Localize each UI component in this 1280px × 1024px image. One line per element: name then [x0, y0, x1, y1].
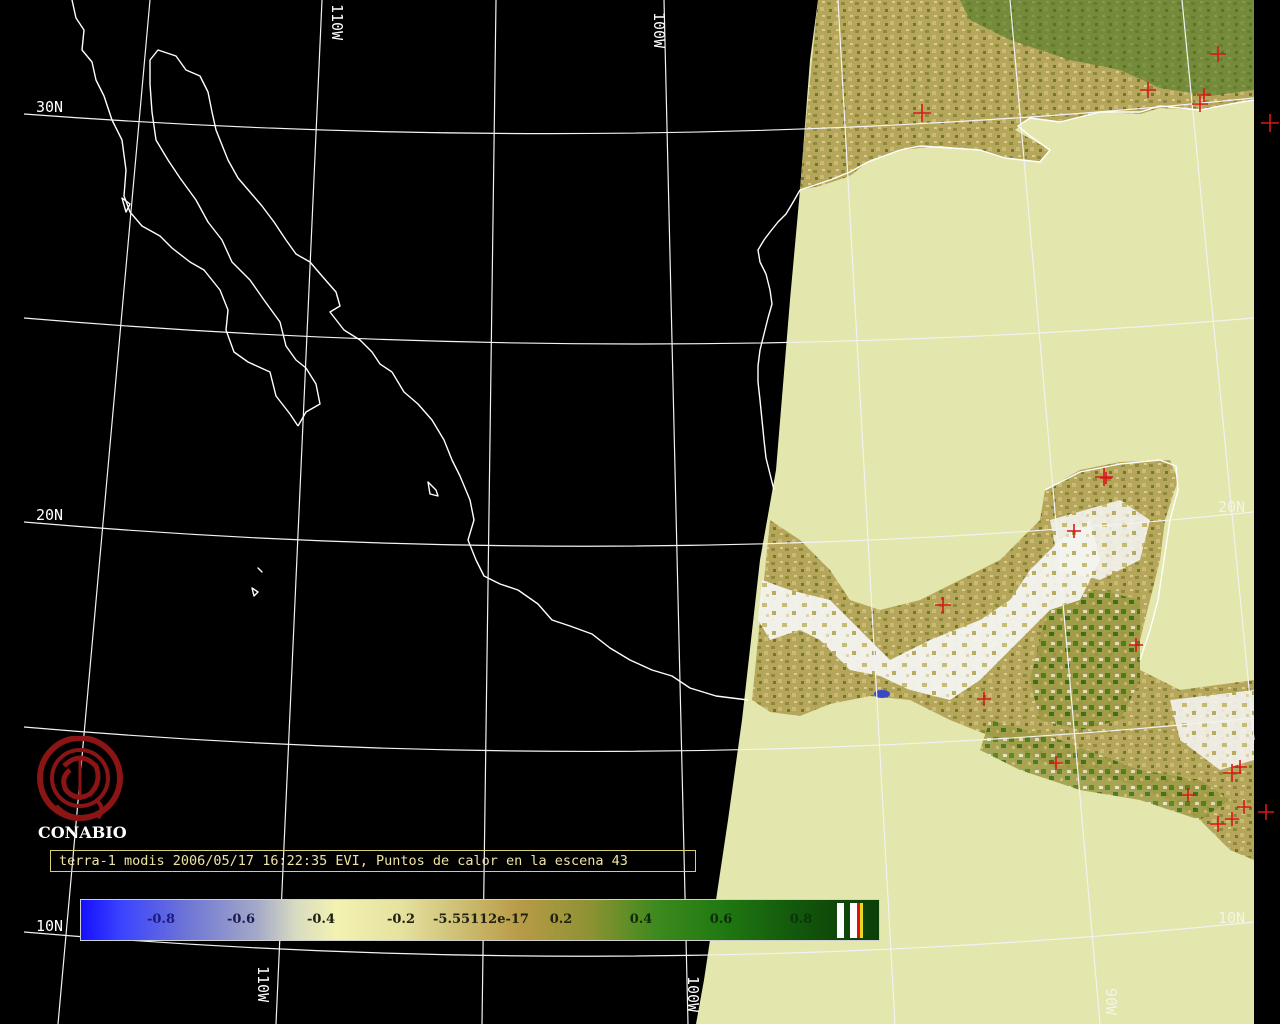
colorbar-tick-label: -5.55112e-17: [433, 912, 529, 927]
colorbar-tick-label: 0.6: [709, 912, 733, 927]
colorbar-yellow-stripe: [860, 903, 863, 938]
colorbar-tick-label: -0.2: [386, 912, 416, 927]
colorbar-white-stripe: [837, 903, 844, 938]
lon-label-110w-top: 110W: [328, 4, 346, 41]
lon-label-100w-top: 100W: [650, 12, 668, 49]
lon-label-90w-bottom: 90W: [1102, 988, 1120, 1016]
colorbar-tick-label: -0.6: [226, 912, 256, 927]
scene-caption: terra-1 modis 2006/05/17 16:22:35 EVI, P…: [50, 850, 696, 872]
evi-colorbar: -0.8 -0.6 -0.4 -0.2 -5.55112e-17 0.2 0.4 0.6 0.8: [80, 899, 880, 941]
lon-label-110w-bottom: 110W: [254, 966, 272, 1003]
colorbar-tick-label: -0.4: [306, 912, 336, 927]
lat-label-10n-left: 10N: [36, 917, 64, 935]
conabio-wordmark: CONABIO: [38, 823, 127, 842]
colorbar-tick-label: 0.2: [549, 912, 573, 927]
lat-label-20n-right: 20N: [1218, 498, 1246, 516]
lat-label-30n: 30N: [36, 98, 64, 116]
colorbar-tick-label: 0.4: [629, 912, 653, 927]
colorbar-tick-label: -0.8: [146, 912, 176, 927]
lat-label-10n-right: 10N: [1218, 909, 1246, 927]
map-view[interactable]: 30N 20N 20N 10N 10N 110W 100W 110W 100W …: [0, 0, 1280, 1024]
colorbar-white-stripe-2: [850, 903, 857, 938]
lat-label-20n-left: 20N: [36, 506, 64, 524]
swath-ocean: [696, 0, 1254, 1024]
colorbar-tick-label: 0.8: [789, 912, 813, 927]
lon-label-100w-bottom: 100W: [684, 976, 702, 1013]
